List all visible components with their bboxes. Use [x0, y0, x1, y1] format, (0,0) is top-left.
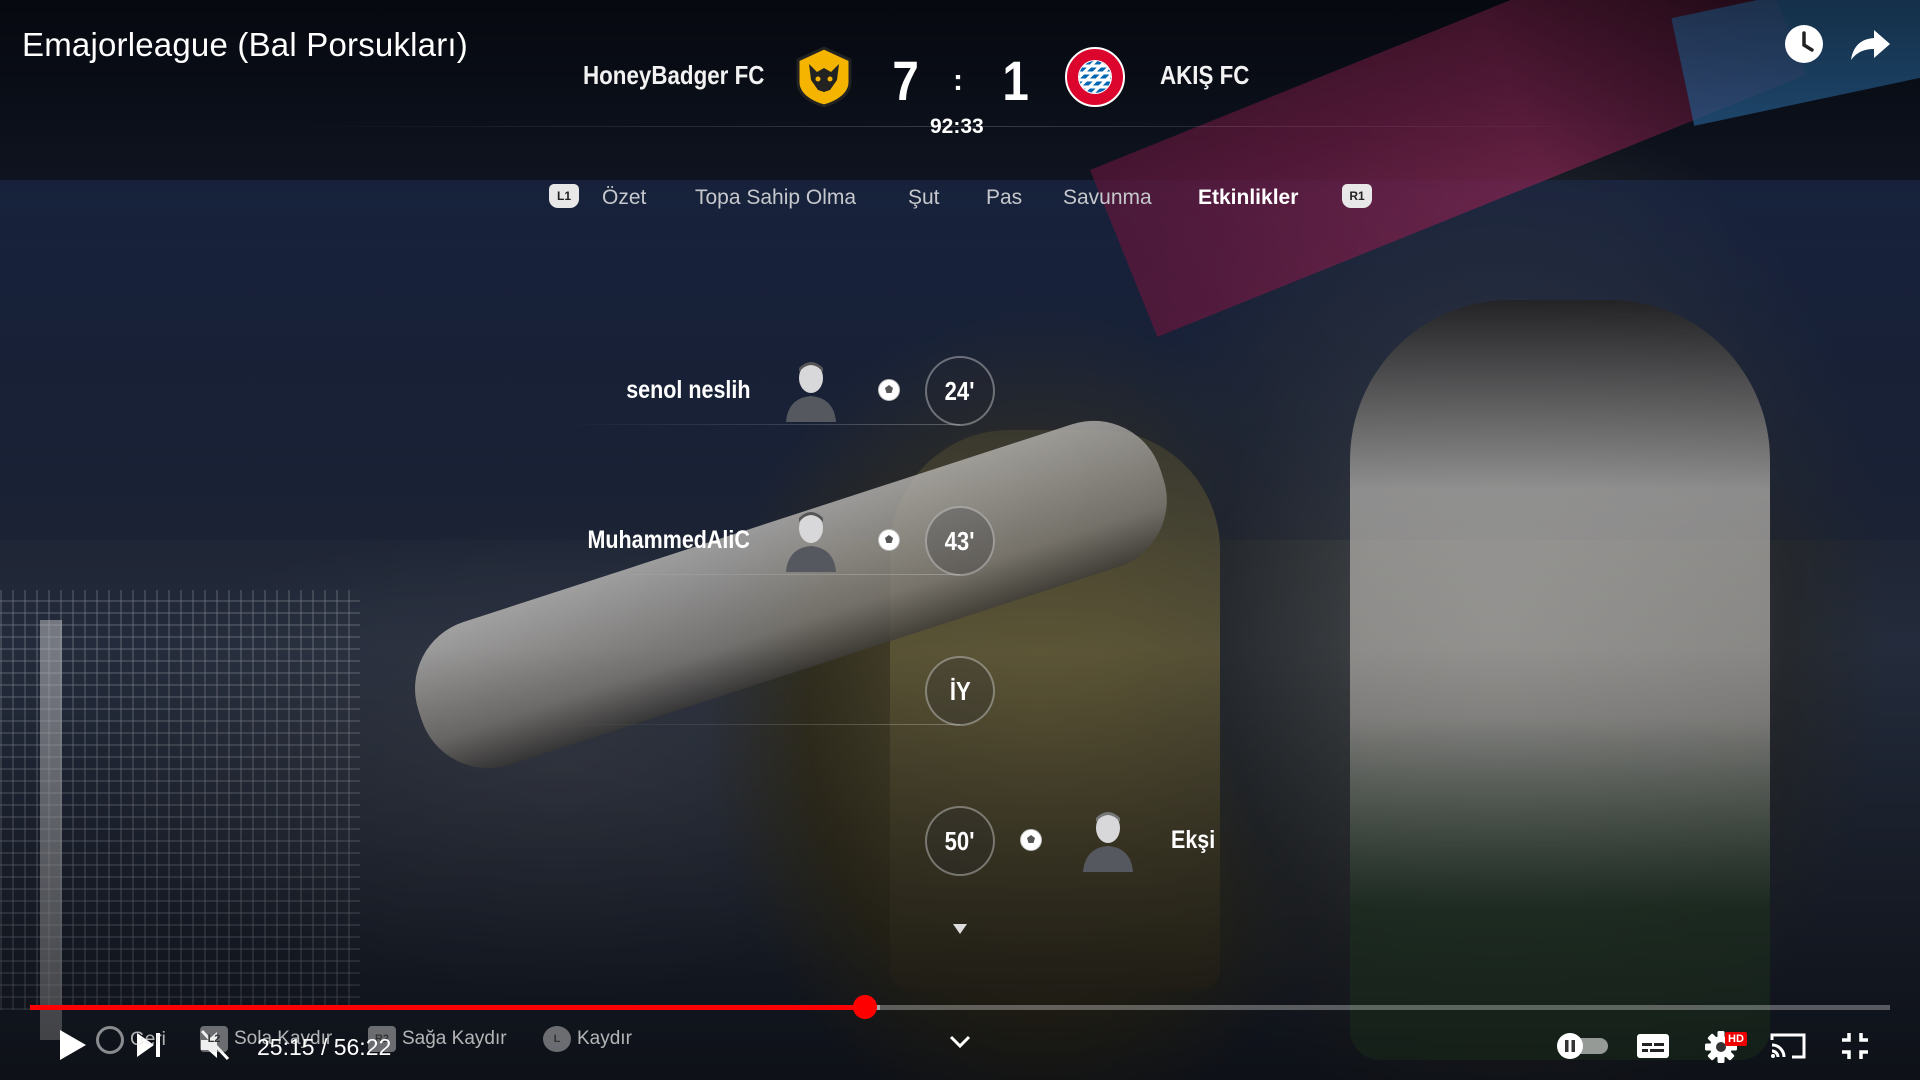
l2-key-icon: L2	[200, 1026, 228, 1052]
event-divider	[560, 724, 960, 725]
score-separator: :	[953, 64, 963, 97]
event-player-name: Ekşi	[1171, 826, 1216, 854]
exit-fullscreen-icon[interactable]	[1840, 1031, 1870, 1061]
tab-defense[interactable]: Savunma	[1063, 186, 1152, 210]
hint-scroll-label: Kaydır	[577, 1028, 632, 1049]
video-title[interactable]: Emajorleague (Bal Porsukları)	[22, 26, 468, 64]
bayern-crest-icon	[1065, 47, 1125, 107]
half-time-marker: İY	[925, 656, 995, 726]
event-divider	[560, 424, 960, 425]
hint-scroll: L Kaydır	[543, 1026, 632, 1052]
hint-back: Geri	[96, 1026, 166, 1054]
hint-back-label: Geri	[130, 1029, 166, 1050]
time-display: 25:15 / 56:22	[257, 1034, 392, 1060]
autoplay-toggle-icon[interactable]	[1554, 1032, 1610, 1060]
event-divider	[560, 574, 960, 575]
tab-shots[interactable]: Şut	[908, 186, 940, 210]
event-minute: 50'	[925, 806, 995, 876]
captions-icon[interactable]	[1636, 1033, 1670, 1059]
event-player-name: MuhammedAliC	[587, 526, 750, 554]
progress-played	[30, 1005, 866, 1010]
player-avatar-icon	[1083, 812, 1133, 872]
away-team-name: AKIŞ FC	[1160, 60, 1250, 90]
home-score: 7	[892, 49, 919, 112]
goal-ball-icon	[878, 379, 900, 401]
cast-icon[interactable]	[1770, 1032, 1806, 1060]
home-team-name: HoneyBadger FC	[583, 60, 765, 90]
play-icon[interactable]	[56, 1028, 88, 1062]
circle-button-icon	[96, 1026, 124, 1054]
player-avatar-icon	[786, 362, 836, 422]
stats-tabs: Özet Topa Sahip Olma Şut Pas Savunma Etk…	[0, 186, 1920, 216]
tab-possession[interactable]: Topa Sahip Olma	[695, 186, 856, 210]
progress-bar[interactable]	[30, 1005, 1890, 1010]
progress-scrubber[interactable]	[853, 995, 878, 1019]
goal-ball-icon	[1020, 829, 1042, 851]
quality-badge: HD	[1725, 1032, 1747, 1046]
event-minute-text: 50'	[945, 825, 975, 856]
match-clock: 92:33	[930, 115, 984, 138]
away-score: 1	[1002, 49, 1029, 112]
player-avatar-icon	[786, 512, 836, 572]
share-arrow-icon[interactable]	[1848, 22, 1892, 66]
goal-ball-icon	[878, 529, 900, 551]
chevron-down-icon[interactable]	[948, 1034, 972, 1050]
event-minute-text: 24'	[945, 375, 975, 406]
event-player-name: senol neslih	[625, 376, 750, 404]
clock-icon[interactable]	[1782, 22, 1826, 66]
wolf-crest-icon	[796, 46, 852, 108]
event-minute: 24'	[925, 356, 995, 426]
tab-events[interactable]: Etkinlikler	[1198, 186, 1298, 210]
hint-scroll-right-label: Sağa Kaydır	[402, 1028, 507, 1049]
event-minute-text: 43'	[945, 525, 975, 556]
half-time-label: İY	[949, 675, 971, 706]
tab-summary[interactable]: Özet	[602, 186, 646, 210]
event-minute: 43'	[925, 506, 995, 576]
scroll-down-arrow-icon[interactable]	[953, 924, 967, 934]
r1-bumper-icon[interactable]: R1	[1342, 184, 1372, 208]
scoreboard-divider	[280, 126, 1640, 127]
tab-passes[interactable]: Pas	[986, 186, 1022, 210]
left-stick-icon: L	[543, 1026, 571, 1052]
